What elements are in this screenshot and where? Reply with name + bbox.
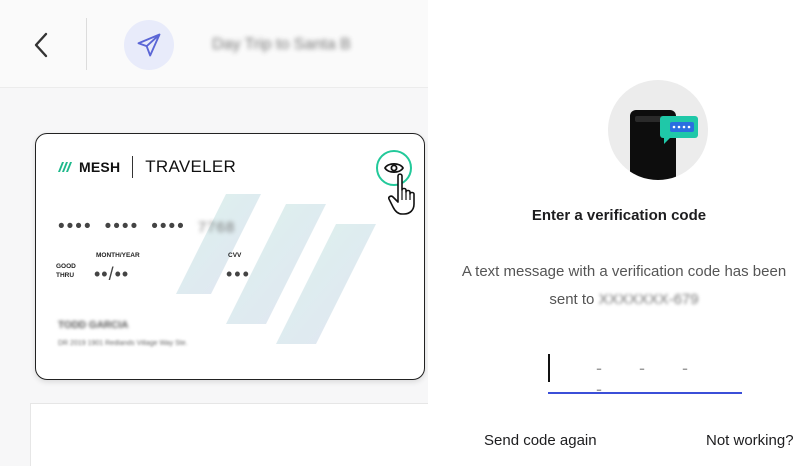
good-thru-label: GOOD THRU	[56, 262, 76, 280]
not-working-link[interactable]: Not working?	[706, 432, 794, 449]
expiry-label: MONTH/YEAR	[96, 252, 140, 259]
card-number-group: ••••	[58, 216, 93, 237]
card-number: •••• •••• •••• 7768	[58, 216, 235, 238]
card-number-group: ••••	[151, 216, 186, 237]
card-number-last4: 7768	[197, 218, 236, 236]
airplane-icon	[137, 33, 161, 57]
trip-avatar	[124, 20, 174, 70]
send-code-again-link[interactable]: Send code again	[484, 432, 597, 449]
text-caret	[548, 354, 550, 382]
phone-message-icon	[630, 110, 698, 180]
good-thru-text: GOOD THRU	[56, 263, 76, 279]
trip-title: Day Trip to Santa B	[212, 36, 351, 53]
cvv-label: CVV	[228, 252, 242, 259]
top-bar: Day Trip to Santa B	[0, 0, 430, 88]
phone-message-illustration	[608, 80, 708, 180]
brand-divider	[132, 156, 134, 178]
verification-modal: Enter a verification code A text message…	[428, 0, 810, 466]
cardholder-address: DR 2019 1901 Redlands Village Way Ste.	[58, 340, 188, 347]
chevron-left-icon	[34, 32, 48, 58]
card-brand: MESH TRAVELER	[58, 156, 236, 178]
verification-code-input[interactable]: - - - -	[548, 348, 742, 399]
expiry-value: ••/••	[94, 264, 130, 284]
details-panel	[30, 403, 462, 466]
mesh-logo-icon	[58, 162, 72, 172]
cardholder-name: TODD GARCIA	[58, 320, 129, 331]
masked-phone-number: XXXXXXX-679	[598, 291, 699, 308]
card-number-group: ••••	[104, 216, 140, 237]
modal-description: A text message with a verification code …	[454, 258, 794, 314]
cvv-value: •••	[226, 264, 251, 284]
code-placeholder: - - - -	[596, 358, 704, 399]
brand-name: MESH	[79, 159, 121, 175]
virtual-card: MESH TRAVELER •••• •••• •••• 7768 GOOD T…	[35, 133, 425, 380]
card-watermark	[176, 194, 376, 344]
eye-icon	[384, 162, 404, 174]
reveal-card-button[interactable]	[376, 150, 412, 186]
back-button[interactable]	[28, 30, 54, 60]
card-product: TRAVELER	[145, 157, 237, 176]
divider	[86, 18, 87, 70]
background-app: Day Trip to Santa B MESH TRAVELER •••• •…	[0, 0, 462, 466]
modal-title: Enter a verification code	[531, 207, 707, 224]
